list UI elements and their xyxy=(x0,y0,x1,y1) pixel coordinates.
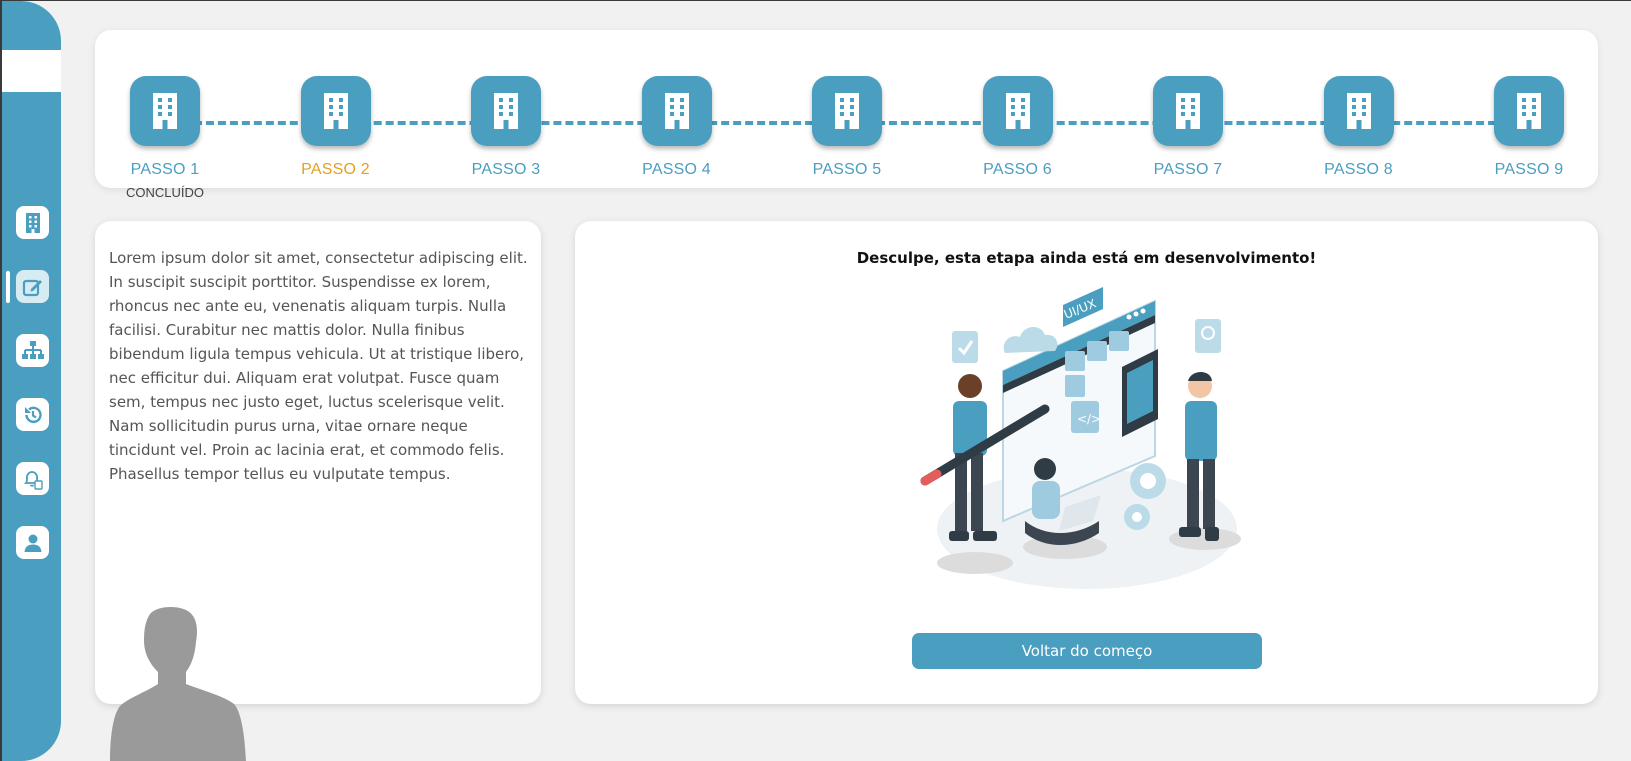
step-9: PASSO 9 xyxy=(1469,76,1589,179)
building-icon xyxy=(1517,93,1541,129)
step-button[interactable] xyxy=(982,76,1053,146)
step-label: PASSO 9 xyxy=(1494,161,1564,178)
under-construction-illustration: </> UI/UX xyxy=(920,287,1241,589)
building-icon xyxy=(25,212,40,233)
step-button[interactable] xyxy=(300,76,371,146)
sidebar-item-edit[interactable] xyxy=(16,270,49,303)
bell-document-icon xyxy=(23,470,43,490)
building-icon xyxy=(323,93,348,129)
building-icon xyxy=(1346,93,1371,129)
step-label: PASSO 3 xyxy=(471,161,541,178)
building-icon xyxy=(664,93,689,129)
page-title: Desculpe, esta etapa ainda está em desen… xyxy=(856,249,1317,267)
step-label: PASSO 1 xyxy=(130,161,200,178)
step-button[interactable] xyxy=(641,76,712,146)
building-icon xyxy=(1005,93,1030,129)
building-icon xyxy=(494,93,518,129)
edit-icon xyxy=(22,279,42,296)
window-top-border xyxy=(0,0,1631,1)
avatar-silhouette xyxy=(110,606,246,761)
info-text: Lorem ipsum dolor sit amet, consectetur … xyxy=(109,249,528,483)
building-icon xyxy=(835,93,859,129)
step-3: PASSO 3 xyxy=(446,76,566,179)
user-icon xyxy=(24,534,41,552)
sidebar-item-history[interactable] xyxy=(16,398,49,431)
step-2: PASSO 2 xyxy=(276,76,396,179)
step-button[interactable] xyxy=(1153,76,1223,146)
sidebar-item-org-chart[interactable] xyxy=(16,334,49,367)
back-to-start-button[interactable]: Voltar do começo xyxy=(912,633,1262,669)
step-button[interactable] xyxy=(471,76,541,146)
step-button[interactable] xyxy=(1494,76,1564,146)
sidebar-logo-area xyxy=(2,50,61,92)
sidebar-item-profile[interactable] xyxy=(16,526,49,559)
step-7: PASSO 7 xyxy=(1128,76,1248,179)
sidebar-item-building[interactable] xyxy=(16,206,49,239)
step-label: PASSO 6 xyxy=(983,161,1052,178)
step-6: PASSO 6 xyxy=(958,76,1078,179)
step-button[interactable] xyxy=(1323,76,1394,146)
main-panel: Desculpe, esta etapa ainda está em desen… xyxy=(575,221,1598,704)
step-label: PASSO 5 xyxy=(812,161,882,178)
step-1: PASSO 1 CONCLUÍDO xyxy=(105,76,225,200)
step-label: PASSO 2 xyxy=(301,161,370,178)
building-icon xyxy=(153,93,177,129)
sidebar-item-notifications[interactable] xyxy=(16,462,49,495)
history-icon xyxy=(24,406,42,423)
step-button[interactable] xyxy=(812,76,882,146)
step-5: PASSO 5 xyxy=(787,76,907,179)
step-button[interactable] xyxy=(130,76,200,146)
org-chart-icon xyxy=(21,340,44,359)
svg-text:</>: </> xyxy=(1077,412,1101,426)
sidebar xyxy=(2,1,61,761)
stepper: PASSO 1 CONCLUÍDO PASSO 2 PASSO 3 PASSO 4 PAS… xyxy=(95,30,1598,200)
step-label: PASSO 7 xyxy=(1153,161,1223,178)
step-label: PASSO 4 xyxy=(642,161,711,178)
step-status: CONCLUÍDO xyxy=(125,185,204,200)
step-8: PASSO 8 xyxy=(1299,76,1419,179)
step-label: PASSO 8 xyxy=(1324,161,1393,178)
building-icon xyxy=(1176,93,1200,129)
step-4: PASSO 4 xyxy=(617,76,737,179)
active-nav-indicator xyxy=(6,271,10,303)
